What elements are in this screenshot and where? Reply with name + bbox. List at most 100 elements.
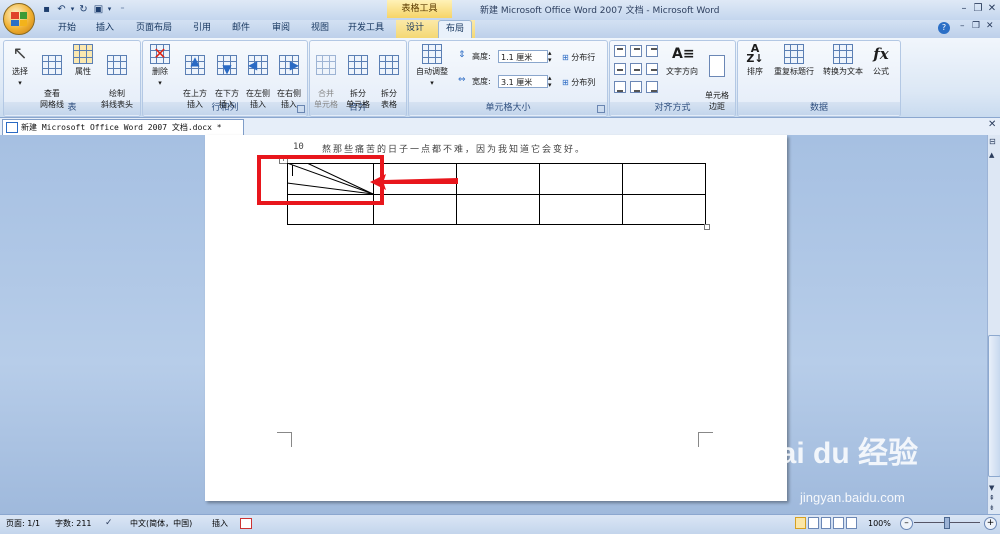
width-input[interactable]: 3.1 厘米: [498, 75, 548, 88]
status-page[interactable]: 页面: 1/1: [6, 514, 40, 533]
width-spinner-icon[interactable]: ▴ ▾: [548, 75, 552, 89]
document-tab[interactable]: 新建 Microsoft Office Word 2007 文档.docx *: [2, 119, 244, 136]
watermark-brand: Bai du 经验: [758, 437, 919, 470]
align-middle-center-icon[interactable]: [630, 63, 642, 75]
web-layout-icon[interactable]: [820, 517, 832, 529]
ribbon-minimize-icon[interactable]: –: [960, 21, 965, 31]
next-page-icon[interactable]: ⇟: [989, 504, 995, 512]
tab-mailings[interactable]: 邮件: [226, 20, 256, 37]
zoom-level[interactable]: 100%: [868, 514, 891, 533]
customize-qat-icon[interactable]: ⁼: [116, 3, 129, 16]
restore-icon[interactable]: ❐: [971, 2, 985, 16]
zoom-slider-thumb[interactable]: [944, 517, 950, 529]
gridlines-icon: [42, 55, 62, 75]
cell-margins-button[interactable]: 单元格 边距: [702, 44, 732, 112]
align-top-center-icon[interactable]: [630, 45, 642, 57]
distribute-cols-label: 分布列: [571, 78, 596, 87]
view-gridlines-button[interactable]: 查看 网格线: [35, 44, 69, 110]
tab-review[interactable]: 审阅: [266, 20, 296, 37]
repeat-header-icon: [784, 44, 804, 64]
insert-above-button[interactable]: ▲ 在上方 插入: [180, 44, 210, 110]
text-direction-button[interactable]: A≡ 文字方向: [662, 44, 702, 77]
help-icon[interactable]: ?: [938, 22, 950, 34]
annotation-arrow-icon: [370, 174, 458, 190]
document-tab-close-icon[interactable]: ✕: [988, 119, 996, 130]
tab-page-layout[interactable]: 页面布局: [132, 20, 176, 37]
tab-layout[interactable]: 布局: [438, 20, 472, 38]
select-button[interactable]: ↖ 选择 ▾: [5, 44, 35, 89]
outline-view-icon[interactable]: [833, 517, 845, 529]
zoom-in-icon[interactable]: +: [984, 517, 997, 530]
split-cells-button[interactable]: 拆分 单元格: [343, 44, 373, 110]
cell-margins-icon: [709, 55, 725, 77]
ruler-toggle-icon[interactable]: ⊟: [989, 137, 996, 146]
status-language[interactable]: 中文(简体，中国): [130, 514, 192, 533]
split-table-button[interactable]: 拆分 表格: [374, 44, 404, 110]
macro-record-icon[interactable]: [240, 518, 252, 529]
split-table-label: 拆分 表格: [381, 89, 397, 109]
align-bottom-center-icon[interactable]: [630, 81, 642, 93]
tab-insert[interactable]: 插入: [90, 20, 120, 37]
delete-label: 删除: [152, 67, 168, 76]
text-direction-icon: A≡: [672, 46, 695, 62]
convert-to-text-button[interactable]: 转换为文本: [819, 44, 867, 77]
align-top-left-icon[interactable]: [614, 45, 626, 57]
office-button[interactable]: [3, 3, 35, 35]
align-top-right-icon[interactable]: [646, 45, 658, 57]
distribute-rows-button[interactable]: ⊞ 分布行: [562, 52, 595, 63]
autofit-button[interactable]: 自动调整 ▾: [412, 44, 452, 89]
sort-az-icon: A Z↓: [746, 42, 764, 65]
scrollbar-thumb[interactable]: [988, 335, 1000, 477]
merge-cells-button[interactable]: 合并 单元格: [311, 44, 341, 110]
align-middle-right-icon[interactable]: [646, 63, 658, 75]
dialog-launcher-icon[interactable]: [597, 105, 605, 113]
print-layout-view-icon[interactable]: [795, 517, 806, 529]
previous-page-icon[interactable]: ⇞: [989, 494, 995, 502]
status-insert-mode[interactable]: 插入: [212, 514, 228, 533]
formula-button[interactable]: fx 公式: [867, 44, 895, 77]
insert-left-button[interactable]: ◀ 在左侧 插入: [243, 44, 273, 110]
table-properties-icon: [73, 44, 93, 64]
align-middle-left-icon[interactable]: [614, 63, 626, 75]
insert-below-button[interactable]: ▼ 在下方 插入: [212, 44, 242, 110]
tab-developer[interactable]: 开发工具: [344, 20, 388, 37]
properties-button[interactable]: 属性: [69, 44, 97, 77]
tab-home[interactable]: 开始: [52, 20, 82, 37]
doc-restore-icon[interactable]: ❐: [972, 21, 980, 31]
sort-button[interactable]: A Z↓ 排序: [741, 42, 769, 77]
insert-right-button[interactable]: ▶ 在右侧 插入: [274, 44, 304, 110]
save-icon[interactable]: ▪: [40, 3, 53, 16]
align-bottom-right-icon[interactable]: [646, 81, 658, 93]
window-title: 新建 Microsoft Office Word 2007 文档 - Micro…: [480, 6, 720, 16]
line-number: 10: [293, 142, 304, 152]
delete-button[interactable]: ✕ 删除 ▾: [145, 44, 175, 89]
height-input[interactable]: 1.1 厘米: [498, 50, 548, 63]
word-document-icon: [6, 122, 18, 133]
distribute-cols-button[interactable]: ⊞ 分布列: [562, 77, 595, 88]
minimize-icon[interactable]: –: [957, 2, 971, 16]
qat-dropdown-icon[interactable]: ▾: [103, 3, 116, 16]
repeat-header-rows-button[interactable]: 重复标题行: [769, 44, 819, 77]
zoom-out-icon[interactable]: –: [900, 517, 913, 530]
draft-view-icon[interactable]: [846, 517, 857, 529]
close-icon[interactable]: ✕: [985, 2, 999, 16]
annotation-highlight-box: [257, 155, 384, 205]
redo-icon[interactable]: ↻: [77, 3, 90, 16]
tab-view[interactable]: 视图: [305, 20, 335, 37]
text-direction-label: 文字方向: [666, 67, 698, 76]
draw-diagonal-header-button[interactable]: 绘制 斜线表头: [97, 44, 137, 110]
doc-close-icon[interactable]: ✕: [986, 21, 994, 31]
merge-cells-label: 合并 单元格: [314, 89, 338, 109]
scroll-down-icon[interactable]: ▼: [989, 484, 994, 492]
height-label: 高度:: [472, 52, 491, 61]
height-spinner-icon[interactable]: ▴ ▾: [548, 50, 552, 64]
width-label: 宽度:: [472, 77, 491, 86]
tab-references[interactable]: 引用: [187, 20, 217, 37]
full-screen-reading-icon[interactable]: [807, 517, 819, 529]
align-bottom-left-icon[interactable]: [614, 81, 626, 93]
tab-design[interactable]: 设计: [400, 20, 430, 37]
proofing-icon[interactable]: ✓: [105, 514, 113, 533]
status-word-count[interactable]: 字数: 211: [55, 514, 92, 533]
table-resize-handle-icon[interactable]: [704, 224, 710, 230]
scroll-up-icon[interactable]: ▲: [989, 151, 994, 159]
